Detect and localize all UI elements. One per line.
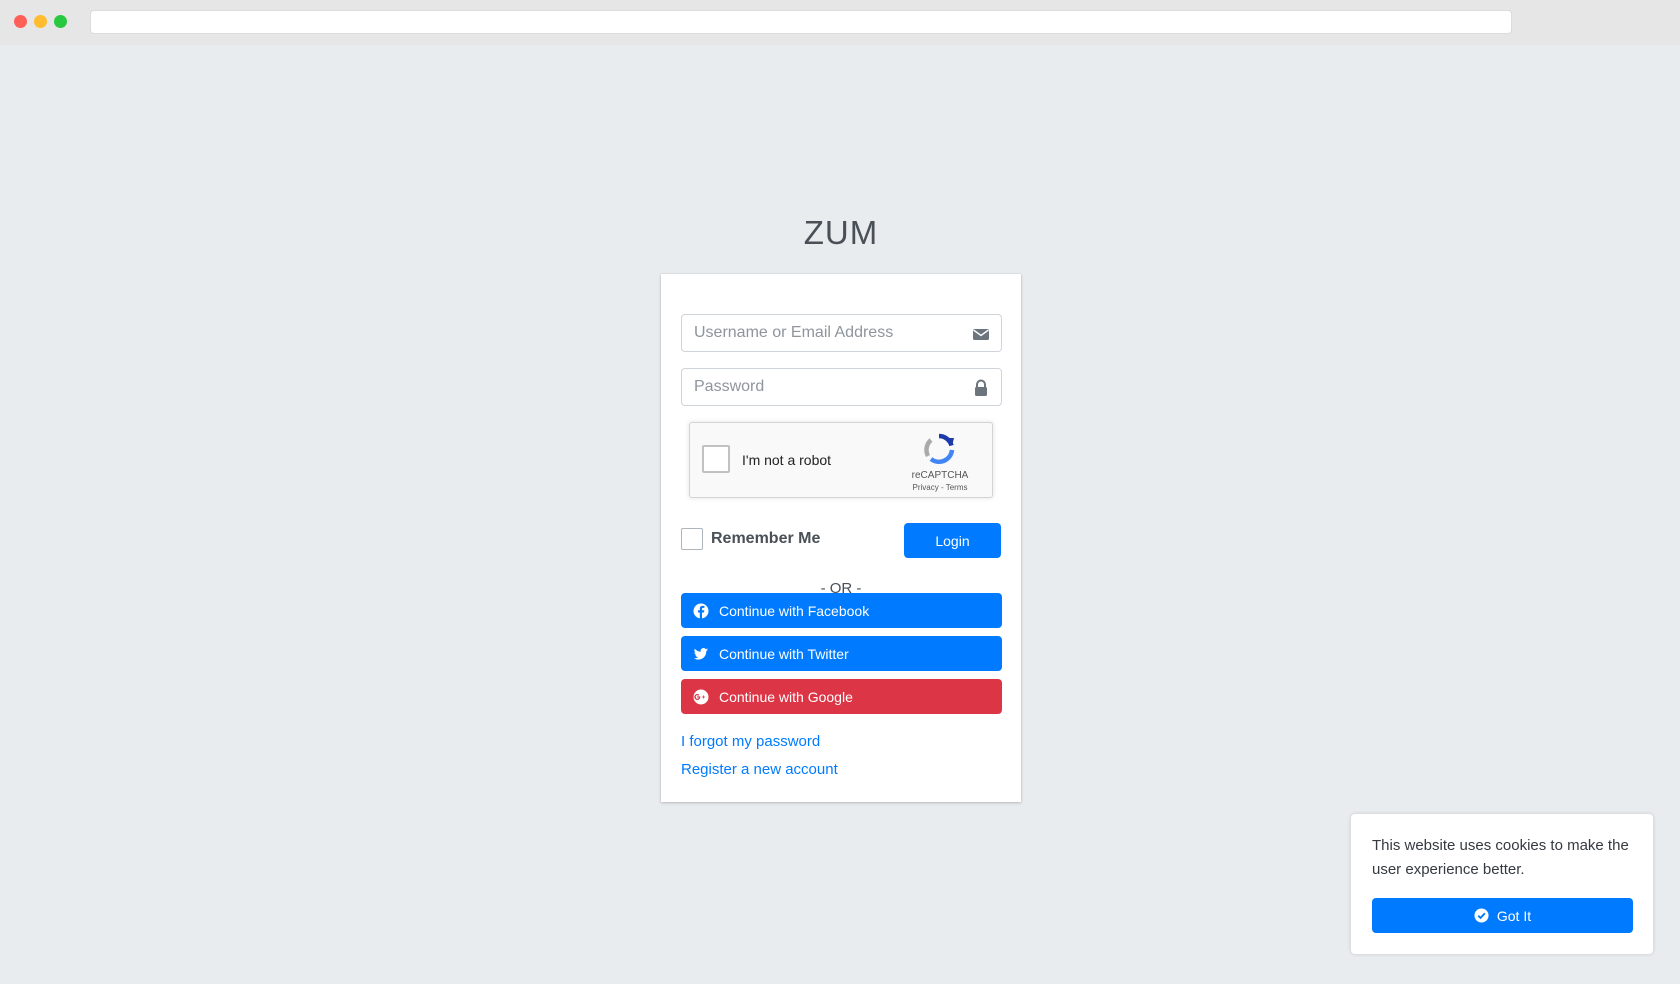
login-card: I'm not a robot reCAPTCHA Privacy - Term… — [661, 274, 1021, 802]
google-login-label: Continue with Google — [719, 688, 853, 705]
cookie-accept-label: Got It — [1496, 907, 1532, 924]
recaptcha-terms-link[interactable]: Terms — [946, 483, 968, 492]
google-plus-icon — [693, 689, 709, 704]
cookie-consent-banner: This website uses cookies to make the us… — [1351, 814, 1653, 954]
recaptcha-terms: Privacy - Terms — [900, 483, 980, 492]
twitter-icon — [693, 647, 708, 660]
forgot-password-link[interactable]: I forgot my password — [681, 733, 820, 750]
recaptcha-separator: - — [938, 483, 946, 492]
username-input[interactable] — [682, 315, 952, 351]
recaptcha-privacy-link[interactable]: Privacy — [913, 483, 939, 492]
login-button[interactable]: Login — [904, 523, 1001, 558]
remember-me: Remember Me — [681, 528, 820, 550]
cookie-accept-button[interactable]: Got It — [1372, 898, 1633, 933]
window-maximize-button[interactable] — [54, 15, 67, 28]
address-bar[interactable] — [90, 10, 1512, 34]
window-close-button[interactable] — [14, 15, 27, 28]
password-input[interactable] — [682, 369, 952, 405]
register-link[interactable]: Register a new account — [681, 761, 838, 778]
recaptcha-label: I'm not a robot — [742, 452, 832, 468]
twitter-login-label: Continue with Twitter — [719, 645, 849, 662]
google-login-button[interactable]: Continue with Google — [681, 679, 1002, 714]
twitter-login-button[interactable]: Continue with Twitter — [681, 636, 1002, 671]
username-field — [681, 314, 1002, 352]
recaptcha-checkbox[interactable] — [702, 445, 730, 473]
remember-me-checkbox[interactable] — [681, 528, 703, 550]
app-logo[interactable]: ZUM — [661, 214, 1021, 252]
lock-icon — [975, 379, 987, 396]
remember-me-label[interactable]: Remember Me — [711, 530, 820, 548]
recaptcha-icon — [924, 433, 955, 465]
recaptcha-brand: reCAPTCHA — [911, 470, 969, 481]
password-field — [681, 368, 1002, 406]
cookie-message: This website uses cookies to make the us… — [1372, 837, 1629, 878]
window-minimize-button[interactable] — [34, 15, 47, 28]
browser-chrome — [0, 0, 1680, 45]
envelope-icon — [973, 329, 989, 340]
facebook-login-label: Continue with Facebook — [719, 602, 870, 619]
recaptcha-widget: I'm not a robot reCAPTCHA Privacy - Term… — [689, 422, 993, 498]
check-circle-icon — [1474, 908, 1489, 923]
facebook-login-button[interactable]: Continue with Facebook — [681, 593, 1002, 628]
facebook-icon — [693, 603, 709, 619]
